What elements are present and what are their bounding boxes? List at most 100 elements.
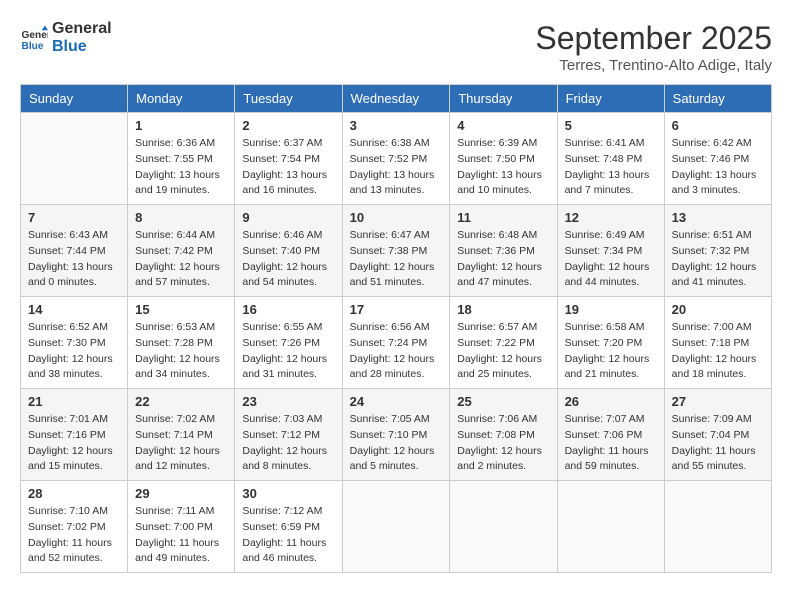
calendar-week-row: 7Sunrise: 6:43 AM Sunset: 7:44 PM Daylig…	[21, 205, 772, 297]
day-number: 25	[457, 394, 549, 409]
day-info: Sunrise: 6:38 AM Sunset: 7:52 PM Dayligh…	[350, 136, 443, 199]
day-info: Sunrise: 6:52 AM Sunset: 7:30 PM Dayligh…	[28, 320, 120, 383]
weekday-header: Tuesday	[235, 85, 342, 113]
day-info: Sunrise: 6:36 AM Sunset: 7:55 PM Dayligh…	[135, 136, 227, 199]
svg-text:General: General	[22, 30, 48, 41]
day-number: 27	[672, 394, 764, 409]
day-info: Sunrise: 7:12 AM Sunset: 6:59 PM Dayligh…	[242, 504, 334, 567]
day-number: 5	[565, 118, 657, 133]
day-number: 10	[350, 210, 443, 225]
day-info: Sunrise: 6:42 AM Sunset: 7:46 PM Dayligh…	[672, 136, 764, 199]
day-number: 19	[565, 302, 657, 317]
day-number: 2	[242, 118, 334, 133]
calendar-cell: 21 Sunrise: 7:01 AM Sunset: 7:16 PM Dayli…	[21, 389, 128, 481]
calendar-cell: 7Sunrise: 6:43 AM Sunset: 7:44 PM Daylig…	[21, 205, 128, 297]
weekday-header-row: SundayMondayTuesdayWednesdayThursdayFrid…	[21, 85, 772, 113]
day-info: Sunrise: 7:10 AM Sunset: 7:02 PM Dayligh…	[28, 504, 120, 567]
day-info: Sunrise: 7:03 AM Sunset: 7:12 PM Dayligh…	[242, 412, 334, 475]
day-number: 28	[28, 486, 120, 501]
calendar-cell: 23 Sunrise: 7:03 AM Sunset: 7:12 PM Dayli…	[235, 389, 342, 481]
day-info: Sunrise: 6:58 AM Sunset: 7:20 PM Dayligh…	[565, 320, 657, 383]
calendar-cell: 9Sunrise: 6:46 AM Sunset: 7:40 PM Daylig…	[235, 205, 342, 297]
day-number: 4	[457, 118, 549, 133]
calendar-cell: 5 Sunrise: 6:41 AM Sunset: 7:48 PM Daylig…	[557, 113, 664, 205]
calendar-cell: 18Sunrise: 6:57 AM Sunset: 7:22 PM Dayli…	[450, 297, 557, 389]
svg-text:Blue: Blue	[22, 40, 44, 51]
day-info: Sunrise: 6:56 AM Sunset: 7:24 PM Dayligh…	[350, 320, 443, 383]
day-number: 8	[135, 210, 227, 225]
calendar-cell	[342, 481, 450, 573]
weekday-header: Monday	[128, 85, 235, 113]
calendar-week-row: 14 Sunrise: 6:52 AM Sunset: 7:30 PM Dayli…	[21, 297, 772, 389]
day-number: 22	[135, 394, 227, 409]
calendar-cell	[21, 113, 128, 205]
day-info: Sunrise: 6:46 AM Sunset: 7:40 PM Dayligh…	[242, 228, 334, 291]
calendar-cell: 15 Sunrise: 6:53 AM Sunset: 7:28 PM Dayli…	[128, 297, 235, 389]
calendar-cell	[450, 481, 557, 573]
day-number: 24	[350, 394, 443, 409]
day-info: Sunrise: 6:53 AM Sunset: 7:28 PM Dayligh…	[135, 320, 227, 383]
day-number: 1	[135, 118, 227, 133]
day-number: 16	[242, 302, 334, 317]
calendar-cell: 30 Sunrise: 7:12 AM Sunset: 6:59 PM Dayli…	[235, 481, 342, 573]
month-title: September 2025	[535, 20, 772, 57]
day-info: Sunrise: 7:05 AM Sunset: 7:10 PM Dayligh…	[350, 412, 443, 475]
logo: General Blue General Blue	[20, 20, 112, 55]
calendar-cell: 1 Sunrise: 6:36 AM Sunset: 7:55 PM Daylig…	[128, 113, 235, 205]
calendar-cell: 24 Sunrise: 7:05 AM Sunset: 7:10 PM Dayli…	[342, 389, 450, 481]
calendar-cell: 14 Sunrise: 6:52 AM Sunset: 7:30 PM Dayli…	[21, 297, 128, 389]
calendar-cell: 29 Sunrise: 7:11 AM Sunset: 7:00 PM Dayli…	[128, 481, 235, 573]
day-info: Sunrise: 7:01 AM Sunset: 7:16 PM Dayligh…	[28, 412, 120, 475]
weekday-header: Thursday	[450, 85, 557, 113]
weekday-header: Friday	[557, 85, 664, 113]
calendar-cell: 26Sunrise: 7:07 AM Sunset: 7:06 PM Dayli…	[557, 389, 664, 481]
day-number: 29	[135, 486, 227, 501]
day-info: Sunrise: 6:39 AM Sunset: 7:50 PM Dayligh…	[457, 136, 549, 199]
weekday-header: Sunday	[21, 85, 128, 113]
day-number: 13	[672, 210, 764, 225]
calendar-cell: 28 Sunrise: 7:10 AM Sunset: 7:02 PM Dayli…	[21, 481, 128, 573]
day-number: 21	[28, 394, 120, 409]
day-info: Sunrise: 6:49 AM Sunset: 7:34 PM Dayligh…	[565, 228, 657, 291]
day-number: 18	[457, 302, 549, 317]
calendar-cell: 2 Sunrise: 6:37 AM Sunset: 7:54 PM Daylig…	[235, 113, 342, 205]
day-info: Sunrise: 7:11 AM Sunset: 7:00 PM Dayligh…	[135, 504, 227, 567]
day-number: 30	[242, 486, 334, 501]
day-number: 14	[28, 302, 120, 317]
day-info: Sunrise: 6:48 AM Sunset: 7:36 PM Dayligh…	[457, 228, 549, 291]
calendar-cell	[664, 481, 771, 573]
header: General Blue General Blue September 2025…	[20, 20, 772, 74]
day-number: 11	[457, 210, 549, 225]
day-number: 15	[135, 302, 227, 317]
logo-icon: General Blue	[20, 24, 48, 52]
logo-general: General	[52, 20, 112, 38]
day-number: 3	[350, 118, 443, 133]
calendar-cell: 6Sunrise: 6:42 AM Sunset: 7:46 PM Daylig…	[664, 113, 771, 205]
day-number: 7	[28, 210, 120, 225]
day-info: Sunrise: 7:02 AM Sunset: 7:14 PM Dayligh…	[135, 412, 227, 475]
calendar-cell: 19 Sunrise: 6:58 AM Sunset: 7:20 PM Dayli…	[557, 297, 664, 389]
weekday-header: Saturday	[664, 85, 771, 113]
calendar-cell: 27Sunrise: 7:09 AM Sunset: 7:04 PM Dayli…	[664, 389, 771, 481]
calendar-cell: 22 Sunrise: 7:02 AM Sunset: 7:14 PM Dayli…	[128, 389, 235, 481]
calendar-cell	[557, 481, 664, 573]
calendar-cell: 17Sunrise: 6:56 AM Sunset: 7:24 PM Dayli…	[342, 297, 450, 389]
day-number: 20	[672, 302, 764, 317]
calendar-cell: 10Sunrise: 6:47 AM Sunset: 7:38 PM Dayli…	[342, 205, 450, 297]
day-info: Sunrise: 6:44 AM Sunset: 7:42 PM Dayligh…	[135, 228, 227, 291]
day-info: Sunrise: 7:07 AM Sunset: 7:06 PM Dayligh…	[565, 412, 657, 475]
title-area: September 2025 Terres, Trentino-Alto Adi…	[535, 20, 772, 74]
day-number: 23	[242, 394, 334, 409]
calendar-cell: 3 Sunrise: 6:38 AM Sunset: 7:52 PM Daylig…	[342, 113, 450, 205]
logo-blue: Blue	[52, 38, 112, 56]
calendar-week-row: 28 Sunrise: 7:10 AM Sunset: 7:02 PM Dayli…	[21, 481, 772, 573]
day-info: Sunrise: 7:00 AM Sunset: 7:18 PM Dayligh…	[672, 320, 764, 383]
day-info: Sunrise: 6:51 AM Sunset: 7:32 PM Dayligh…	[672, 228, 764, 291]
day-info: Sunrise: 6:37 AM Sunset: 7:54 PM Dayligh…	[242, 136, 334, 199]
calendar-cell: 13 Sunrise: 6:51 AM Sunset: 7:32 PM Dayli…	[664, 205, 771, 297]
calendar-cell: 20 Sunrise: 7:00 AM Sunset: 7:18 PM Dayli…	[664, 297, 771, 389]
calendar: SundayMondayTuesdayWednesdayThursdayFrid…	[20, 84, 772, 573]
calendar-cell: 4 Sunrise: 6:39 AM Sunset: 7:50 PM Daylig…	[450, 113, 557, 205]
day-info: Sunrise: 6:41 AM Sunset: 7:48 PM Dayligh…	[565, 136, 657, 199]
location-title: Terres, Trentino-Alto Adige, Italy	[535, 57, 772, 74]
